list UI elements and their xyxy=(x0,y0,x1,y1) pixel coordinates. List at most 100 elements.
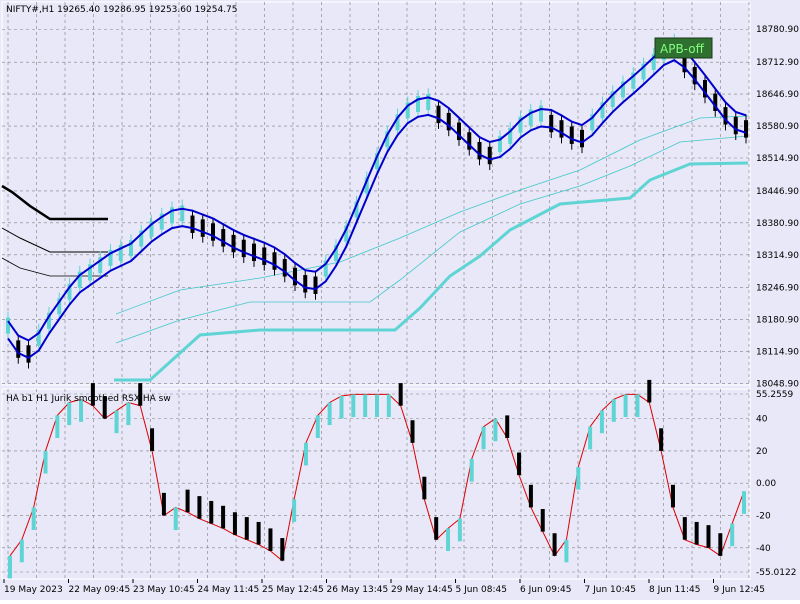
rsx-bar xyxy=(268,528,273,551)
chart-svg: 18780.90 18712.90 18646.90 18580.90 18514.90… xyxy=(0,0,800,600)
indicator-tick-label: -40 xyxy=(756,544,771,554)
rsx-bar xyxy=(375,394,379,418)
rsx-bar xyxy=(528,484,533,508)
rsx-bar xyxy=(742,491,746,514)
indicator-tick-label: 20 xyxy=(756,447,768,457)
candle-body xyxy=(477,141,482,160)
rsx-bar xyxy=(232,512,237,535)
price-tick-label: 18114.90 xyxy=(756,348,799,358)
rsx-bar xyxy=(611,399,616,422)
time-tick-label: 25 May 12:45 xyxy=(262,585,324,595)
candle-body xyxy=(549,114,554,133)
rsx-bar xyxy=(517,452,522,476)
rsx-bar xyxy=(682,517,687,540)
rsx-bar xyxy=(256,521,261,545)
rsx-bar xyxy=(493,418,498,442)
candle-body xyxy=(293,267,297,286)
rsx-bar xyxy=(576,467,581,490)
rsx-bar xyxy=(457,518,462,542)
rsx-bar xyxy=(351,394,356,418)
price-tick-label: 18712.90 xyxy=(756,58,799,68)
rsx-bar xyxy=(8,555,12,579)
time-tick-label: 5 Jun 08:45 xyxy=(456,585,507,595)
rsx-bar xyxy=(410,420,415,443)
rsx-bar xyxy=(635,394,640,418)
rsx-bar xyxy=(469,458,474,482)
candle-body xyxy=(190,215,195,233)
rsx-bar xyxy=(659,428,664,451)
price-tick-label: 18514.90 xyxy=(756,154,799,164)
price-tick-label: 18446.90 xyxy=(756,187,799,197)
time-tick-label: 26 May 13:45 xyxy=(327,585,389,595)
rsx-bar xyxy=(221,505,226,529)
rsx-bar xyxy=(150,428,155,451)
time-tick-label: 23 May 10:45 xyxy=(133,585,195,595)
indicator-tick-label: 0.00 xyxy=(756,479,776,489)
rsx-bar xyxy=(386,394,391,418)
rsx-bar xyxy=(481,426,486,450)
rsx-bar xyxy=(446,528,451,551)
rsx-bar xyxy=(694,521,699,545)
trading-chart[interactable]: 18780.90 18712.90 18646.90 18580.90 18514.90… xyxy=(0,0,800,600)
badge-label: APB-off xyxy=(660,42,705,56)
price-tick-label: 18246.90 xyxy=(756,284,799,294)
rsx-bar xyxy=(540,509,545,532)
candle-body xyxy=(487,146,492,165)
candle-body xyxy=(303,275,308,293)
candle-body xyxy=(733,116,738,135)
rsx-bar xyxy=(623,394,628,418)
indicator-tick-label: -20 xyxy=(756,511,771,521)
candle-body xyxy=(559,120,564,138)
indicator-tick-label: 40 xyxy=(756,415,768,425)
candle-body xyxy=(6,317,10,334)
rsx-bar xyxy=(161,492,166,516)
rsx-bar xyxy=(280,538,285,561)
candle-body xyxy=(569,126,574,144)
rsx-bar xyxy=(31,507,36,531)
apb-off-badge[interactable]: APB-off xyxy=(654,37,713,59)
rsx-bar xyxy=(173,507,178,531)
symbol-header: NIFTY#,H1 19265.40 19286.95 19253.60 192… xyxy=(6,5,238,15)
price-tick-label: 18314.90 xyxy=(756,251,799,261)
time-tick-label: 7 Jun 10:45 xyxy=(585,585,636,595)
rsx-bar xyxy=(67,402,72,426)
rsx-bar xyxy=(55,415,60,438)
rsx-bar xyxy=(244,517,249,540)
rsx-bar xyxy=(670,484,675,508)
rsx-bar xyxy=(327,402,332,426)
rsx-bar xyxy=(588,426,593,450)
rsx-bar xyxy=(363,394,368,418)
candle-body xyxy=(262,247,267,265)
rsx-bar xyxy=(303,442,308,466)
rsx-bar xyxy=(197,496,202,519)
rsx-bar xyxy=(505,415,510,438)
rsx-bar xyxy=(647,379,652,403)
rsx-bar xyxy=(718,533,723,556)
time-tick-label: 19 May 2023 xyxy=(4,585,63,595)
candle-body xyxy=(252,243,256,262)
rsx-bar xyxy=(43,450,48,474)
candle-body xyxy=(580,129,584,148)
rsx-bar xyxy=(564,539,569,563)
rsx-bar xyxy=(339,396,344,419)
rsx-bar xyxy=(209,500,214,524)
time-tick-label: 24 May 11:45 xyxy=(198,585,260,595)
candle-body xyxy=(313,276,318,294)
price-tick-label: 18180.90 xyxy=(756,316,799,326)
rsx-bar xyxy=(126,402,131,426)
rsx-bar xyxy=(315,415,320,438)
indicator-title: HA b1 H1 Jurik smoothed RSX HA sw xyxy=(6,394,171,404)
candle-body xyxy=(221,229,226,247)
rsx-bar xyxy=(730,523,735,547)
rsx-bar xyxy=(706,525,711,548)
price-tick-label: 18048.90 xyxy=(756,380,799,390)
rsx-bar xyxy=(19,539,24,563)
candle-body xyxy=(436,105,441,124)
candle-body xyxy=(200,219,205,237)
chart-background xyxy=(0,0,800,600)
price-tick-label: 18580.90 xyxy=(756,122,799,132)
rsx-bar xyxy=(114,410,119,434)
rsx-bar xyxy=(292,499,297,522)
time-tick-label: 29 May 14:45 xyxy=(391,585,453,595)
candle-body xyxy=(16,340,21,358)
